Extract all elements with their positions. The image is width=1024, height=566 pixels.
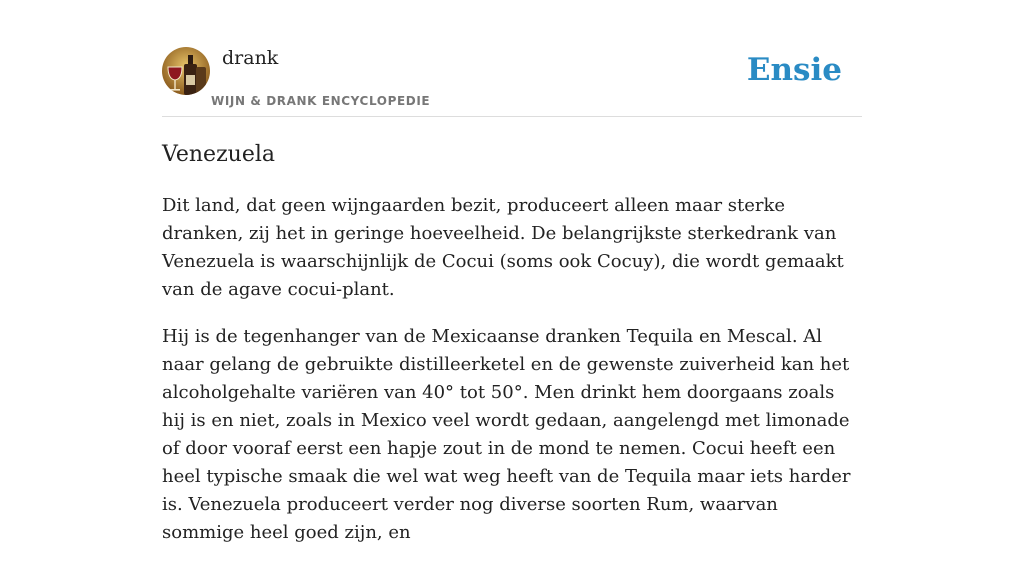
site-header: drank WIJN & DRANK ENCYCLOPEDIE Ensie — [162, 46, 862, 117]
category-name[interactable]: drank — [222, 46, 278, 70]
brand-logo[interactable]: Ensie — [747, 50, 842, 90]
article-paragraph: Hij is de tegenhanger van de Mexicaanse … — [162, 326, 851, 543]
wine-bottle-glass-icon[interactable] — [162, 47, 210, 95]
category-subtitle: WIJN & DRANK ENCYCLOPEDIE — [211, 94, 431, 108]
page-title: Venezuela — [162, 142, 276, 167]
article-paragraph: Dit land, dat geen wijngaarden bezit, pr… — [162, 195, 844, 300]
article-body: Dit land, dat geen wijngaarden bezit, pr… — [162, 192, 862, 566]
avatar-image — [162, 47, 210, 95]
